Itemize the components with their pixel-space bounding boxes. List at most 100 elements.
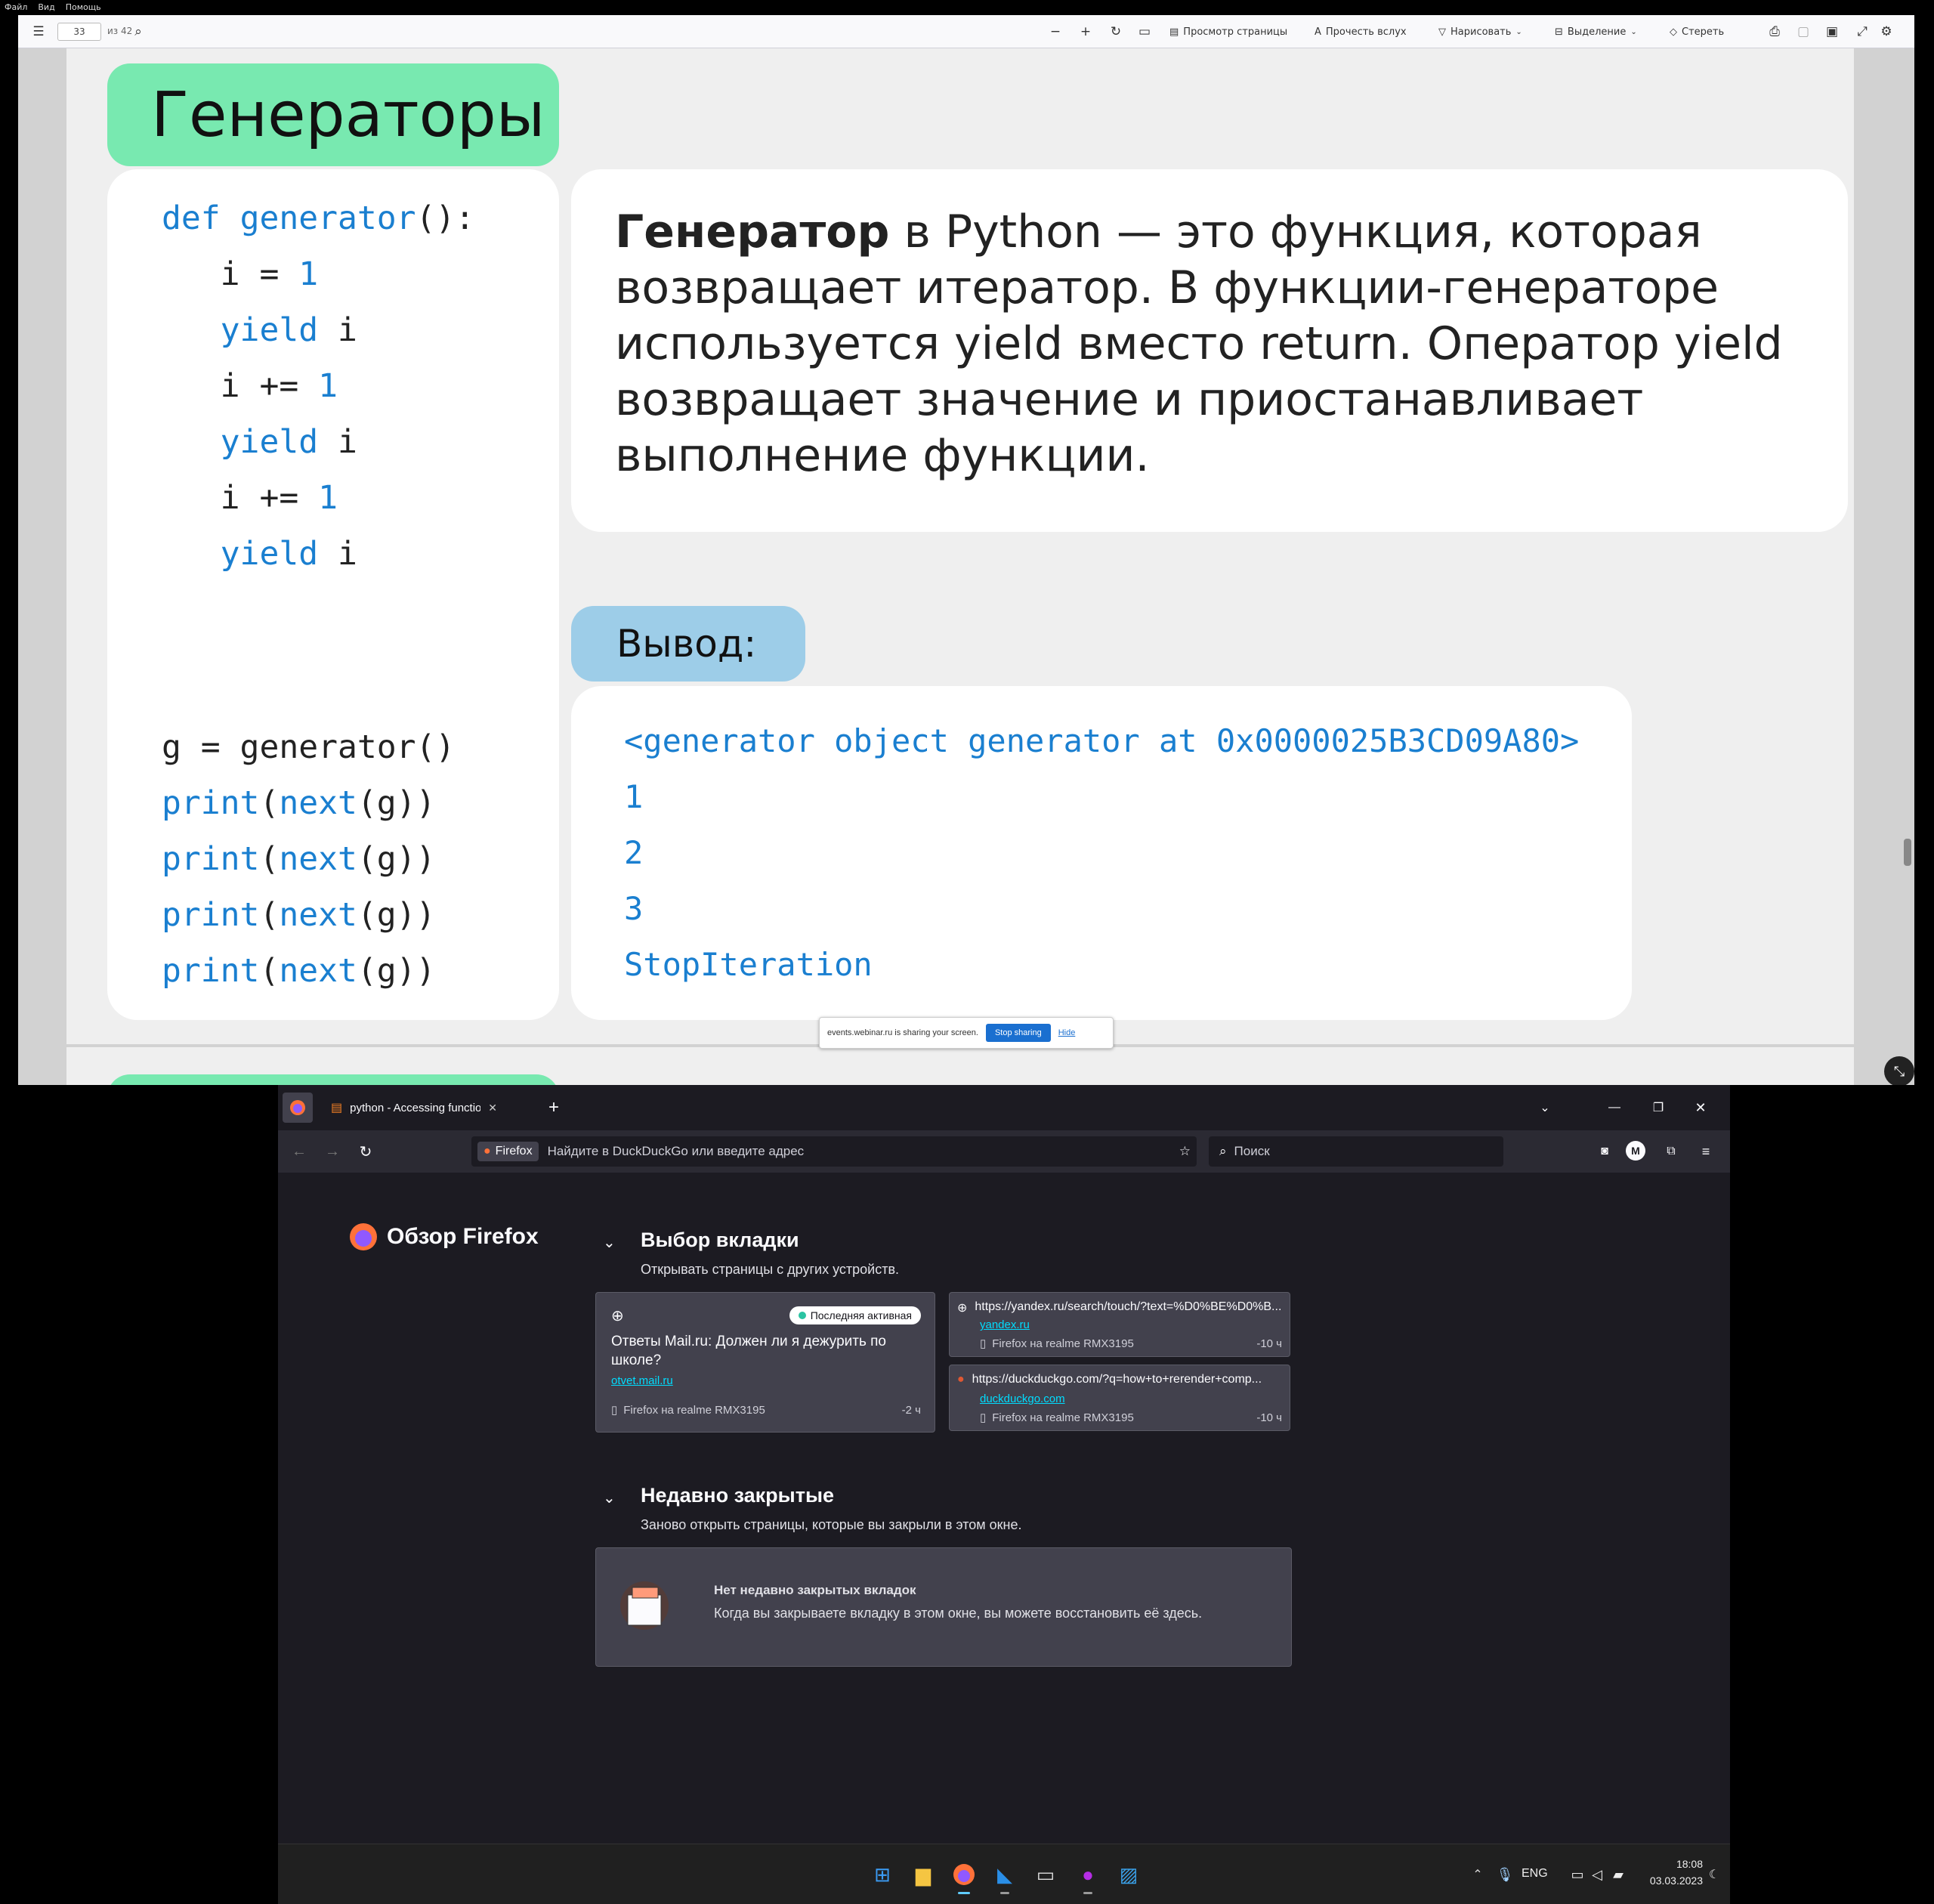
eraser-icon: ◇ [1670, 26, 1677, 38]
code-token: print [162, 952, 260, 990]
sidebar-toggle-icon[interactable]: ☰ [29, 15, 48, 48]
close-window-icon[interactable]: ✕ [1688, 1094, 1713, 1121]
page-title: Обзор Firefox [387, 1224, 539, 1249]
clock-date[interactable]: 03.03.2023 [1635, 1875, 1703, 1887]
battery-icon[interactable]: ▰ [1603, 1859, 1633, 1890]
language-indicator[interactable]: ENG [1522, 1867, 1548, 1881]
firefox-view-icon[interactable] [283, 1093, 313, 1123]
code-line: i = 1 [162, 246, 318, 302]
synced-tab-card[interactable]: ● https://duckduckgo.com/?q=how+to+rerend… [949, 1365, 1290, 1431]
new-tab-icon[interactable]: + [541, 1094, 567, 1121]
highlight-label: Выделение [1567, 26, 1627, 38]
synced-tab-time: -10 ч [1256, 1411, 1282, 1424]
pocket-icon[interactable]: ◙ [1593, 1139, 1617, 1164]
collapse-icon[interactable]: ⤡ [1884, 1056, 1914, 1085]
file-explorer-icon[interactable]: ▆ [908, 1859, 938, 1890]
code-token: yield [220, 311, 319, 349]
firefox-taskbar-icon[interactable] [949, 1859, 979, 1894]
page-header: Обзор Firefox [349, 1222, 539, 1251]
back-icon[interactable]: ← [287, 1139, 311, 1164]
vscode-icon[interactable]: ◣ [990, 1859, 1020, 1894]
microphone-icon[interactable]: 🎙 [1490, 1859, 1520, 1890]
output-line: StopIteration [624, 946, 873, 983]
page-number-input[interactable]: 33 [57, 23, 101, 41]
menu-help[interactable]: Помощь [66, 2, 101, 13]
menu-view[interactable]: Вид [38, 2, 54, 13]
synced-tab-domain[interactable]: yandex.ru [980, 1318, 1030, 1331]
stop-sharing-button[interactable]: Stop sharing [985, 1024, 1051, 1042]
chevron-down-icon[interactable]: ⌄ [603, 1233, 616, 1252]
synced-tab-card[interactable]: ⊕ https://yandex.ru/search/touch/?text=%D… [949, 1292, 1290, 1357]
tray-chevron-icon[interactable]: ⌃ [1463, 1859, 1493, 1890]
save-as-icon[interactable]: ▣ [1822, 15, 1842, 48]
list-tabs-icon[interactable]: ⌄ [1532, 1094, 1558, 1121]
code-card: def generator(): i = 1 yield i i += 1 yi… [107, 169, 559, 1020]
page-view-button[interactable]: ▤ Просмотр страницы [1169, 15, 1287, 48]
viewer-scrollbar[interactable] [1904, 839, 1911, 866]
bookmark-star-icon[interactable]: ☆ [1179, 1144, 1191, 1159]
app-circle-icon[interactable]: ● [1073, 1859, 1103, 1894]
synced-tab-domain[interactable]: otvet.mail.ru [611, 1374, 673, 1387]
highlight-button[interactable]: ⊟ Выделение ⌄ [1555, 15, 1637, 48]
synced-tab-time: -2 ч [901, 1403, 921, 1417]
definition-text: Генератор в Python — это функция, котора… [615, 204, 1793, 484]
code-line: i += 1 [162, 358, 338, 414]
zoom-in-icon[interactable]: + [1076, 15, 1095, 48]
screen: Файл Вид Помощь ☰ 33 из 42 ⌕ − + ↻ ▭ ▤ Пр… [0, 0, 1934, 1904]
restore-icon[interactable]: ❐ [1645, 1094, 1671, 1121]
code-token: ( [259, 952, 280, 990]
search-input[interactable]: Поиск [1234, 1144, 1270, 1159]
phone-icon: ▯ [980, 1411, 987, 1424]
terminal-icon[interactable]: ▭ [1030, 1859, 1061, 1890]
fullscreen-icon[interactable]: ⤢ [1852, 15, 1872, 48]
photos-icon[interactable]: ▨ [1114, 1859, 1144, 1890]
rotate-icon[interactable]: ↻ [1106, 15, 1126, 48]
account-avatar[interactable]: M [1626, 1141, 1645, 1161]
code-line: print(next(g)) [162, 775, 435, 831]
save-icon[interactable]: ▢ [1793, 15, 1813, 48]
erase-button[interactable]: ◇ Стереть [1670, 15, 1724, 48]
draw-button[interactable]: ▽ Нарисовать ⌄ [1438, 15, 1522, 48]
app-menu-icon[interactable]: ≡ [1694, 1139, 1718, 1164]
output-line: 3 [624, 890, 644, 927]
identity-badge[interactable]: ● Firefox [477, 1142, 539, 1161]
close-tab-icon[interactable]: ✕ [488, 1102, 497, 1114]
code-line: print(next(g)) [162, 887, 435, 943]
code-token: yield [220, 535, 319, 573]
code-token: (g)) [357, 784, 436, 822]
code-token: 1 [318, 367, 338, 405]
reload-icon[interactable]: ↻ [354, 1139, 378, 1164]
start-icon[interactable]: ⊞ [867, 1859, 897, 1890]
zoom-out-icon[interactable]: − [1046, 15, 1065, 48]
url-bar[interactable]: ● Firefox Найдите в DuckDuckGo или введит… [471, 1136, 1197, 1167]
browser-tab[interactable]: ▤ python - Accessing function arg ✕ [323, 1091, 505, 1124]
chevron-down-icon[interactable]: ⌄ [603, 1488, 616, 1507]
synced-tab-card-main[interactable]: ⊕ Последняя активная Ответы Mail.ru: Дол… [595, 1292, 935, 1433]
search-bar[interactable]: ⌕ Поиск [1209, 1136, 1503, 1167]
globe-icon: ⊕ [611, 1308, 624, 1324]
search-icon[interactable]: ⌕ [128, 15, 148, 48]
forward-icon[interactable]: → [320, 1139, 344, 1164]
next-slide-preview [66, 1047, 1854, 1085]
firefox-tabbar: ▤ python - Accessing function arg ✕ + ⌄ … [278, 1085, 1730, 1130]
code-token: i [318, 311, 357, 349]
code-line: yield i [162, 414, 357, 470]
hide-banner-link[interactable]: Hide [1058, 1028, 1076, 1037]
fit-page-icon[interactable]: ▭ [1135, 15, 1154, 48]
read-aloud-button[interactable]: A Прочесть вслух [1315, 15, 1407, 48]
highlight-icon: ⊟ [1555, 26, 1563, 38]
print-icon[interactable]: ⎙ [1765, 15, 1784, 48]
read-aloud-icon: A [1315, 26, 1321, 38]
output-line: 2 [624, 834, 644, 871]
menu-file[interactable]: Файл [5, 2, 27, 13]
notifications-icon[interactable]: ☾ [1703, 1859, 1725, 1890]
minimize-icon[interactable]: — [1602, 1094, 1627, 1121]
code-line: print(next(g)) [162, 831, 435, 887]
screen-share-banner: events.webinar.ru is sharing your screen… [819, 1017, 1114, 1049]
synced-tab-domain[interactable]: duckduckgo.com [980, 1392, 1065, 1405]
duckduckgo-icon: ● [957, 1373, 965, 1386]
extensions-icon[interactable]: ⧉ [1659, 1139, 1683, 1164]
settings-icon[interactable]: ⚙ [1877, 15, 1896, 48]
clock-time[interactable]: 18:08 [1635, 1858, 1703, 1870]
url-input[interactable]: Найдите в DuckDuckGo или введите адрес [548, 1144, 1170, 1159]
